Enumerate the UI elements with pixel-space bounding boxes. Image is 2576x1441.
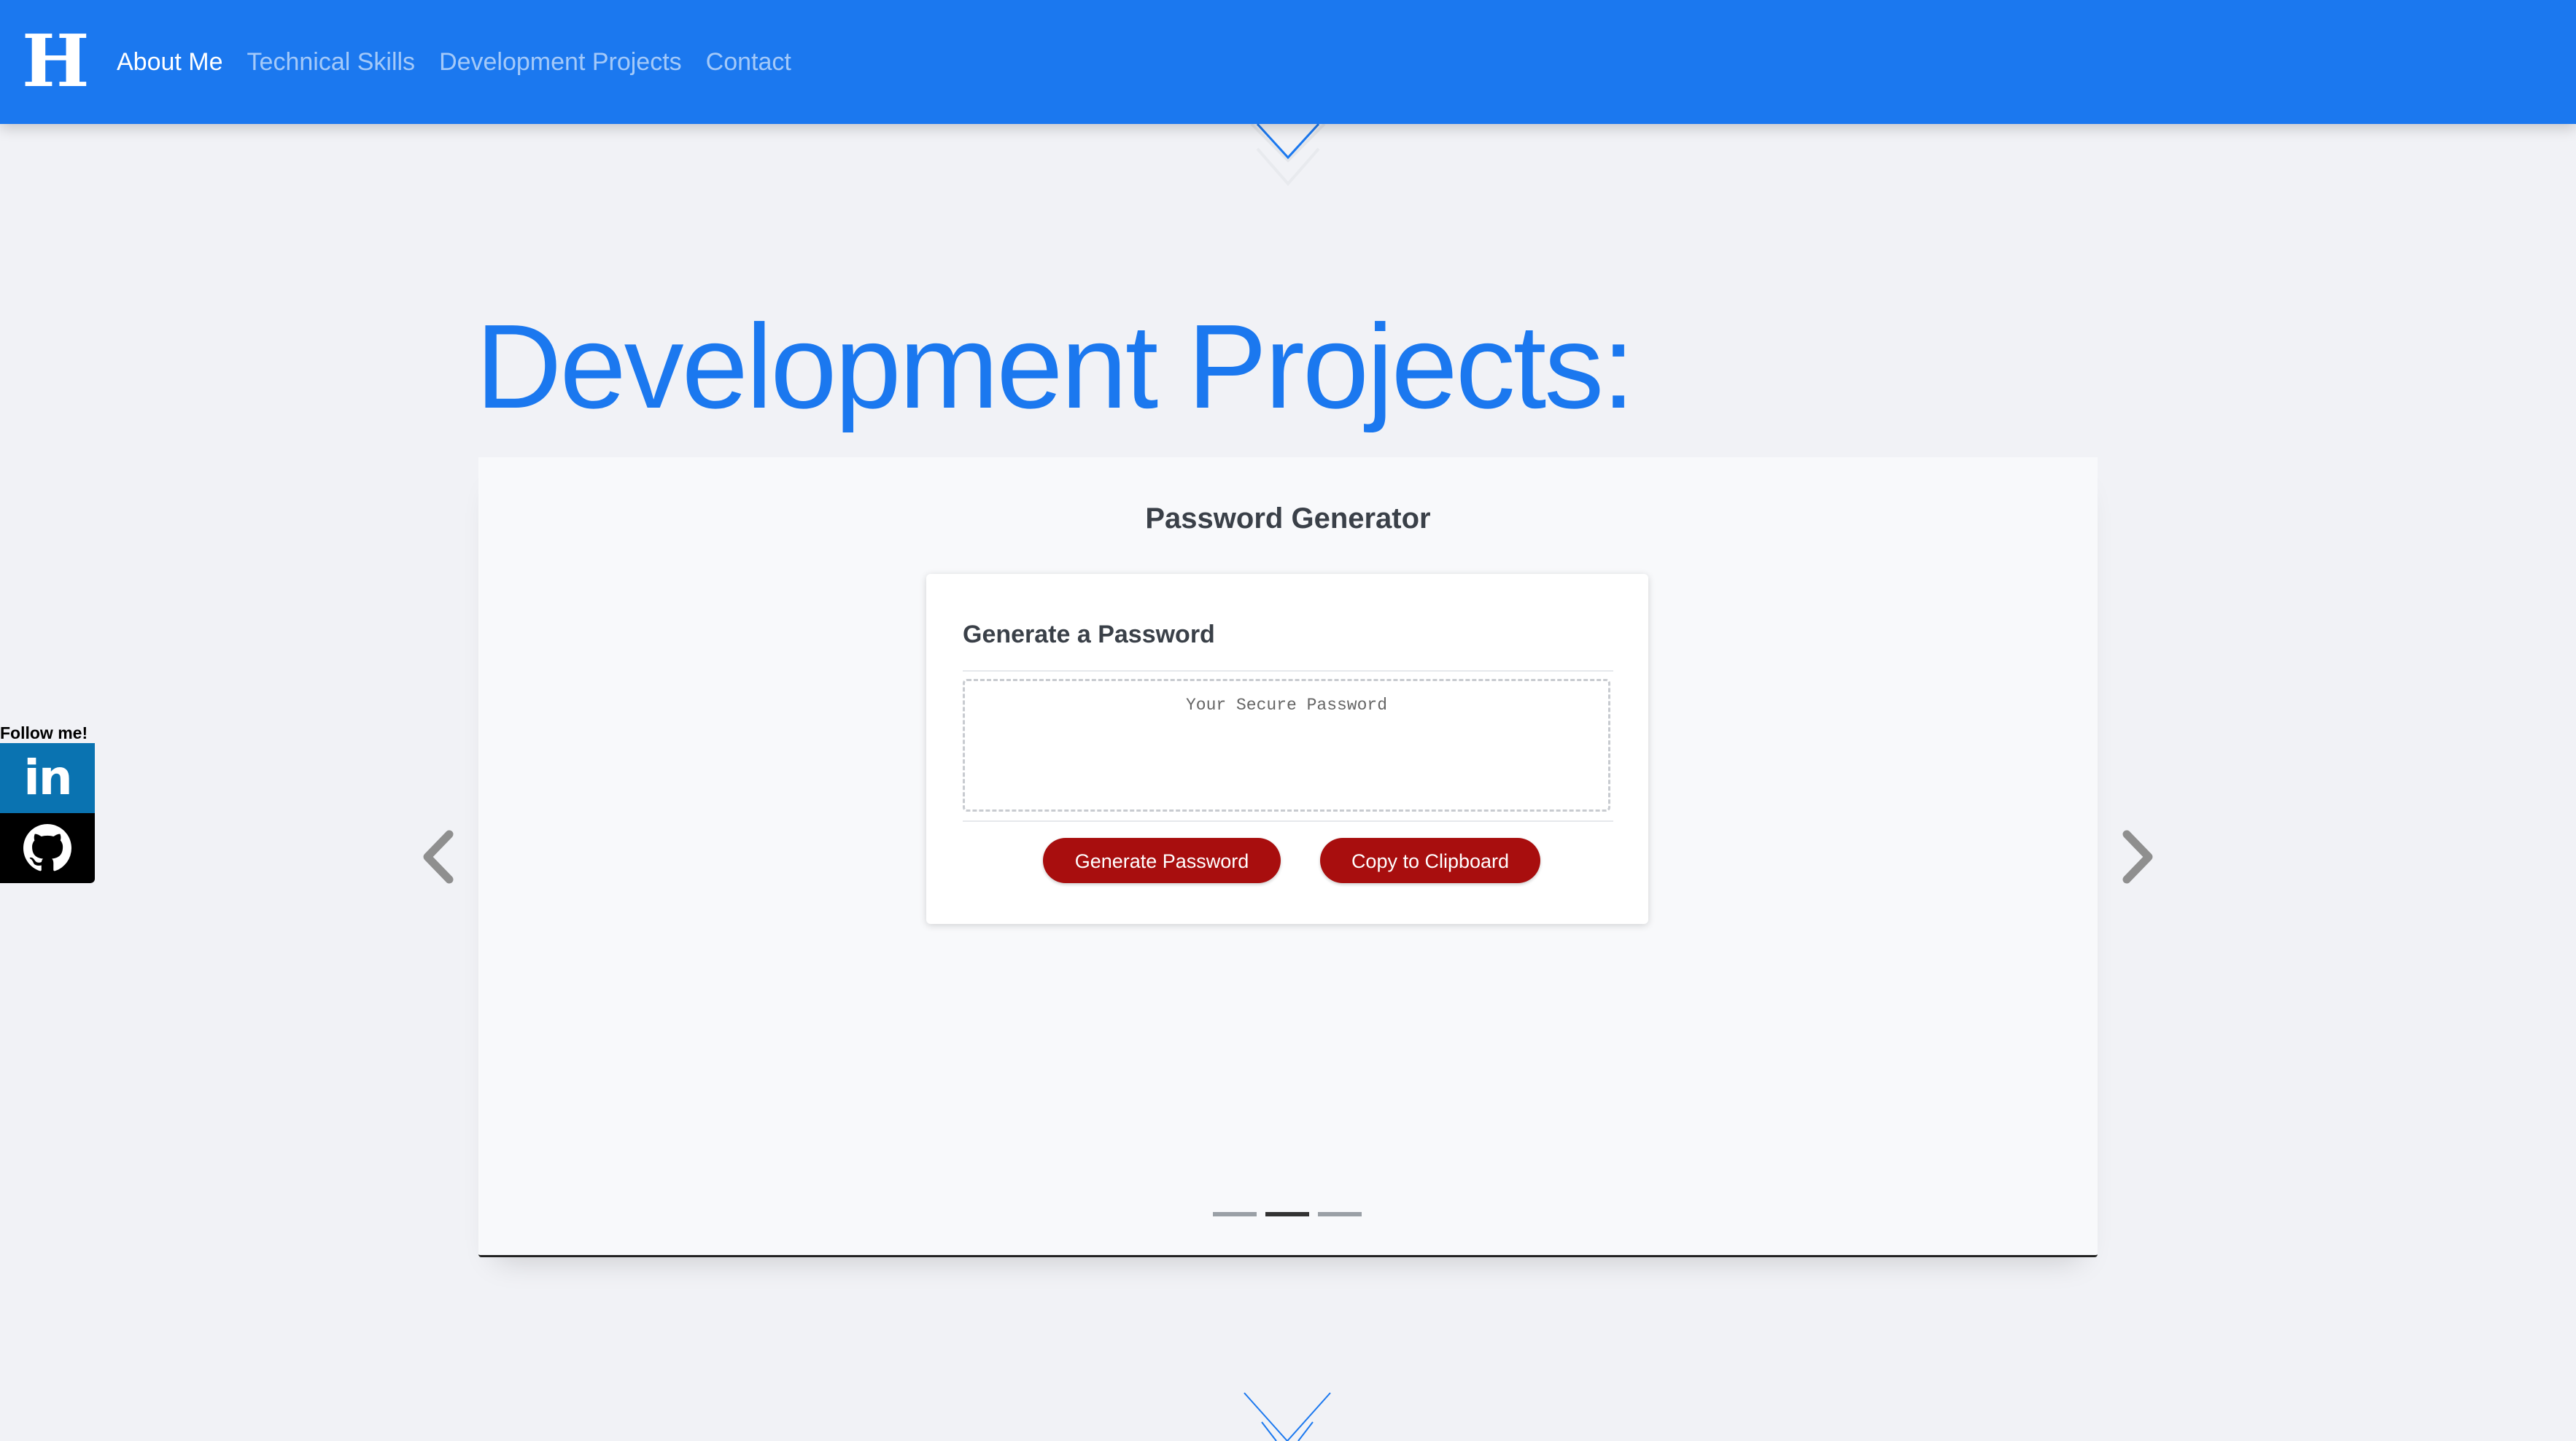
nav-link-development-projects[interactable]: Development Projects: [439, 48, 682, 77]
scroll-chevron-top-icon: [1250, 123, 1326, 187]
follow-me-label: Follow me!: [0, 723, 88, 742]
brand-logo[interactable]: H: [22, 26, 90, 98]
generate-password-button[interactable]: Generate Password: [1043, 838, 1281, 883]
nav-links: About Me Technical Skills Development Pr…: [117, 0, 815, 124]
divider: [963, 670, 1613, 672]
nav-link-technical-skills[interactable]: Technical Skills: [247, 48, 416, 77]
projects-carousel: Password Generator Generate a Password G…: [478, 457, 2098, 1257]
card-header: Generate a Password: [963, 621, 1215, 648]
carousel-indicator-3[interactable]: [1318, 1212, 1362, 1216]
linkedin-link[interactable]: in: [0, 743, 95, 813]
carousel-indicator-1[interactable]: [1213, 1212, 1257, 1216]
password-generator-card: Generate a Password Generate Password Co…: [926, 574, 1648, 924]
nav-link-contact[interactable]: Contact: [706, 48, 791, 77]
section-title: Development Projects:: [476, 300, 1635, 433]
github-icon: [23, 824, 71, 871]
slide-title: Password Generator: [1145, 502, 1431, 535]
github-link[interactable]: [0, 813, 95, 883]
password-output[interactable]: [963, 679, 1610, 812]
follow-me-panel: Follow me! in: [0, 723, 95, 883]
linkedin-icon: in: [23, 750, 73, 806]
nav-link-about-me[interactable]: About Me: [117, 48, 223, 77]
scroll-chevron-bottom-icon: [1244, 1392, 1331, 1441]
top-navbar: H About Me Technical Skills Development …: [0, 0, 2576, 124]
copy-to-clipboard-button[interactable]: Copy to Clipboard: [1320, 838, 1540, 883]
divider: [963, 820, 1613, 822]
carousel-next-icon[interactable]: [2115, 824, 2159, 890]
carousel-indicators: [1213, 1212, 1370, 1216]
carousel-prev-icon[interactable]: [417, 824, 461, 890]
carousel-indicator-2[interactable]: [1265, 1212, 1309, 1216]
